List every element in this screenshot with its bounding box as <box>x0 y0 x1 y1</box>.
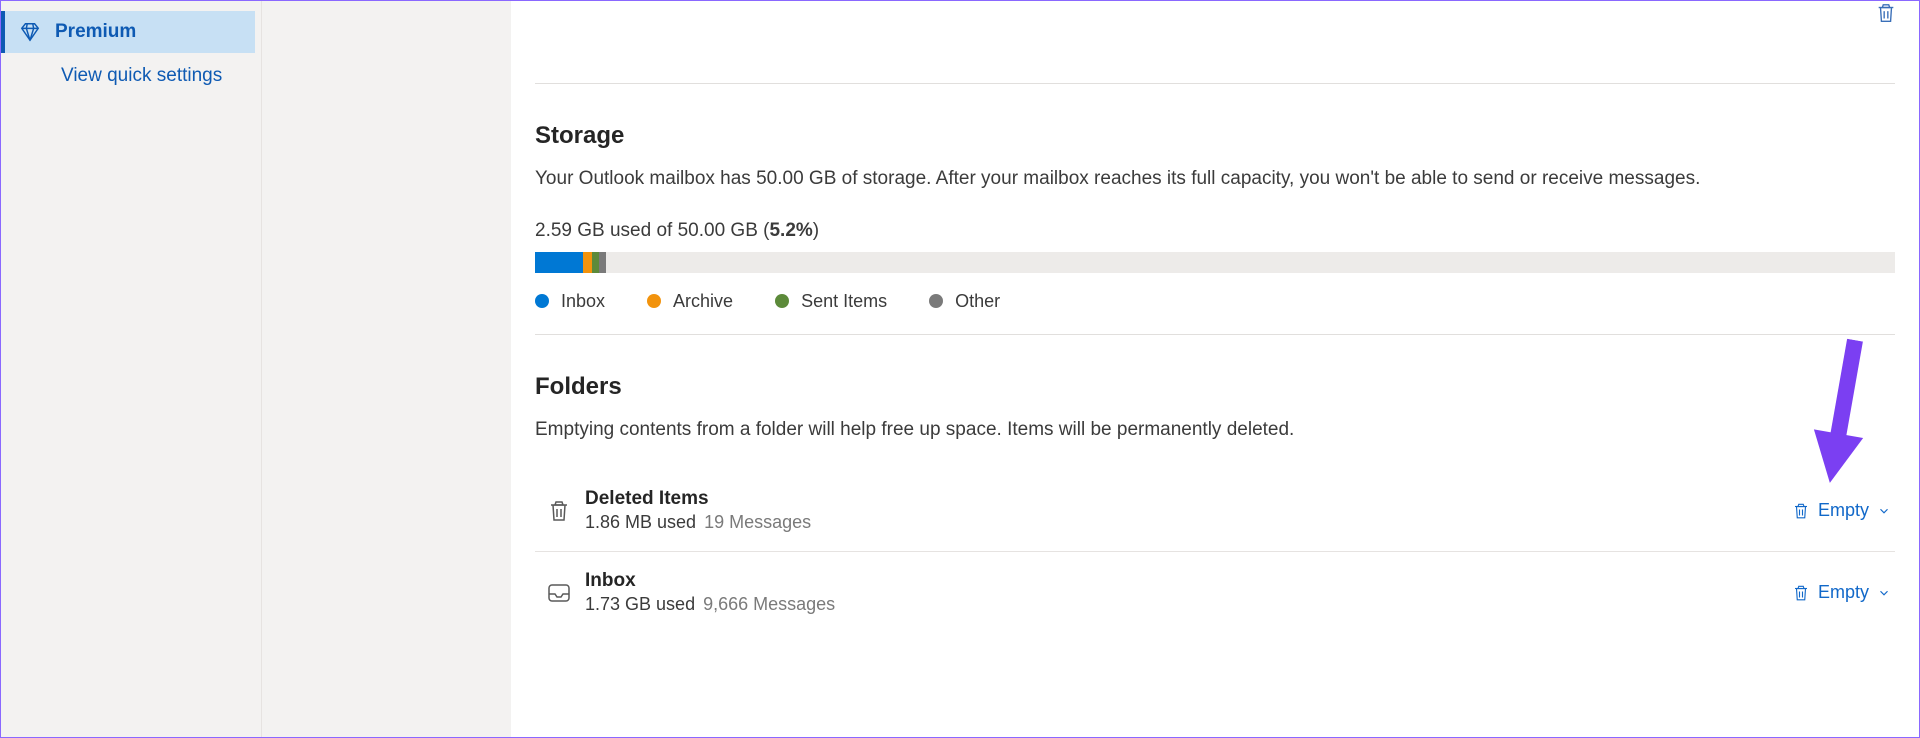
inbox-icon <box>539 582 579 604</box>
storage-segment-sent-items <box>592 252 599 273</box>
storage-description: Your Outlook mailbox has 50.00 GB of sto… <box>535 166 1895 192</box>
folder-meta: 1.86 MB used19 Messages <box>585 512 1792 533</box>
sidebar-item-premium[interactable]: Premium <box>1 11 255 53</box>
legend-dot <box>929 294 943 308</box>
storage-segment-archive <box>583 252 593 273</box>
folder-row: Inbox1.73 GB used9,666 Messages Empty <box>535 552 1895 633</box>
diamond-icon <box>19 21 41 43</box>
legend-dot <box>535 294 549 308</box>
legend-item: Sent Items <box>775 291 887 312</box>
chevron-down-icon <box>1877 504 1891 518</box>
folders-heading: Folders <box>535 373 1895 401</box>
legend-dot <box>647 294 661 308</box>
legend-dot <box>775 294 789 308</box>
sidebar-item-label: Premium <box>55 21 136 43</box>
legend-item: Archive <box>647 291 733 312</box>
folder-meta: 1.73 GB used9,666 Messages <box>585 594 1792 615</box>
folder-name: Deleted Items <box>585 488 1792 510</box>
storage-heading: Storage <box>535 122 1895 150</box>
storage-segment-inbox <box>535 252 583 273</box>
folder-name: Inbox <box>585 570 1792 592</box>
legend-label: Inbox <box>561 291 605 312</box>
legend-label: Other <box>955 291 1000 312</box>
storage-usage-line: 2.59 GB used of 50.00 GB (5.2%) <box>535 220 1895 242</box>
trash-icon <box>1792 584 1810 602</box>
legend-item: Other <box>929 291 1000 312</box>
chevron-down-icon <box>1877 586 1891 600</box>
empty-label: Empty <box>1818 500 1869 521</box>
trash-icon <box>539 499 579 523</box>
folders-description: Emptying contents from a folder will hel… <box>535 417 1895 443</box>
empty-button[interactable]: Empty <box>1792 582 1891 603</box>
settings-sidebar: Premium View quick settings <box>1 1 261 737</box>
folder-row: Deleted Items1.86 MB used19 Messages Empt… <box>535 470 1895 552</box>
storage-bar <box>535 252 1895 273</box>
legend-label: Sent Items <box>801 291 887 312</box>
legend-label: Archive <box>673 291 733 312</box>
empty-button[interactable]: Empty <box>1792 500 1891 521</box>
empty-label: Empty <box>1818 582 1869 603</box>
delete-icon[interactable] <box>1875 1 1897 30</box>
storage-legend: Inbox Archive Sent Items Other <box>535 291 1895 312</box>
storage-segment-other <box>599 252 606 273</box>
legend-item: Inbox <box>535 291 605 312</box>
view-quick-settings-link[interactable]: View quick settings <box>1 53 261 99</box>
settings-main: Storage Your Outlook mailbox has 50.00 G… <box>511 1 1919 737</box>
secondary-panel <box>261 1 511 737</box>
trash-icon <box>1792 502 1810 520</box>
